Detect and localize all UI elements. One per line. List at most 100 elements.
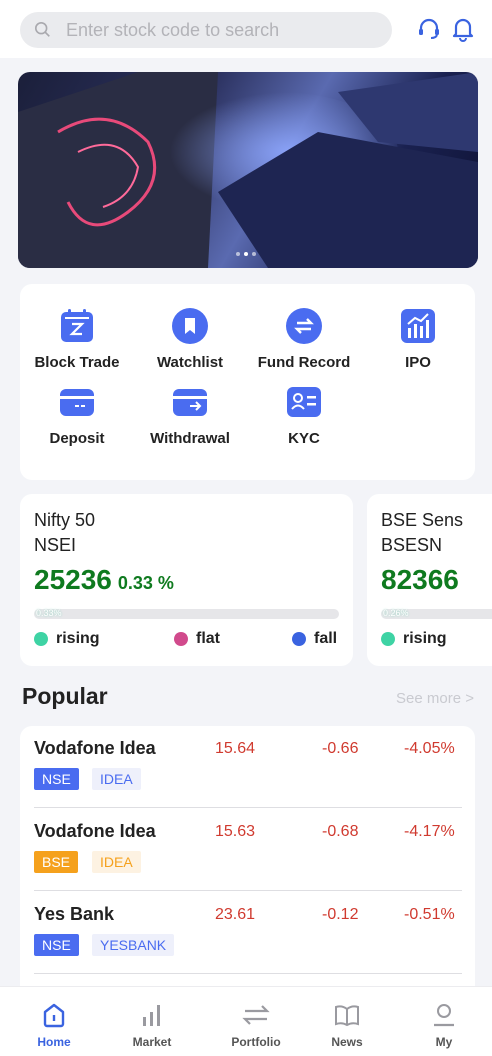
stock-change-percent: -0.51% [404, 906, 455, 923]
nav-label: News [331, 1035, 363, 1049]
rising-dot-icon [381, 632, 395, 646]
nav-news[interactable]: News [302, 1001, 392, 1049]
index-name-block: BSE Sens BSESN [381, 508, 463, 558]
legend-flat: flat [174, 630, 220, 648]
withdrawal-button[interactable]: Withdrawal [135, 384, 245, 447]
row-divider [34, 807, 462, 808]
index-value: 25236 [34, 564, 112, 595]
nav-label: My [435, 1035, 453, 1049]
carousel-dot[interactable] [252, 252, 256, 256]
quick-actions-panel: Block Trade Watchlist Fund Record IPO De… [20, 284, 475, 480]
deposit-button[interactable]: Deposit [22, 384, 132, 447]
user-icon [434, 1004, 454, 1027]
quick-action-label: Watchlist [156, 354, 224, 371]
carousel-dot[interactable] [236, 252, 240, 256]
flat-dot-icon [174, 632, 188, 646]
legend-flat-label: flat [196, 630, 220, 647]
list-item[interactable]: Yes Bank 23.61 -0.12 -0.51% NSE YESBANK [20, 892, 475, 974]
nav-portfolio[interactable]: Portfolio [211, 1001, 301, 1049]
quick-action-label: Deposit [49, 430, 105, 447]
headset-icon[interactable] [416, 16, 442, 42]
stock-name: Vodafone Idea [34, 738, 156, 758]
exchange-badge: BSE [34, 851, 79, 873]
stock-change-percent: -4.17% [404, 823, 455, 840]
index-bar-label: 0.26% [383, 608, 409, 618]
card-icon [60, 389, 94, 416]
symbol-badge: IDEA [92, 851, 141, 873]
kyc-button[interactable]: KYC [249, 384, 359, 447]
search-bar[interactable] [20, 12, 392, 48]
legend-rising-label: rising [56, 630, 100, 647]
row-divider [34, 890, 462, 891]
index-value-row: 25236 0.33 % [34, 564, 174, 596]
nav-label: Portfolio [231, 1035, 281, 1049]
stock-name: Yes Bank [34, 904, 115, 924]
watchlist-button[interactable]: Watchlist [135, 308, 245, 371]
book-icon [335, 1005, 359, 1027]
rising-dot-icon [34, 632, 48, 646]
section-title-popular: Popular [22, 683, 108, 709]
symbol-badge: YESBANK [92, 934, 175, 956]
stock-price: 15.64 [215, 740, 256, 757]
popular-stock-list: Vodafone Idea 15.64 -0.66 -4.05% NSE IDE… [20, 726, 475, 996]
top-bar [0, 0, 492, 58]
exchange-badge: NSE [34, 768, 79, 790]
index-progress-bar: 0.33% [34, 608, 339, 619]
nav-market[interactable]: Market [107, 1001, 197, 1049]
legend-fall: fall [292, 630, 337, 648]
legend-fall-label: fall [314, 630, 338, 647]
index-code: NSEI [34, 535, 77, 555]
fall-dot-icon [292, 632, 306, 646]
quick-action-label: KYC [288, 430, 320, 447]
index-card-nifty[interactable]: Nifty 50 NSEI 25236 0.33 % 0.33% rising f… [20, 494, 353, 666]
fund-record-button[interactable]: Fund Record [249, 308, 359, 371]
stock-change: -0.12 [322, 906, 359, 923]
stock-price: 23.61 [215, 906, 256, 923]
legend-rising: rising [34, 630, 100, 648]
banner-image [18, 72, 478, 268]
list-item[interactable]: Vodafone Idea 15.64 -0.66 -4.05% NSE IDE… [20, 726, 475, 808]
symbol-badge: IDEA [92, 768, 141, 790]
bell-icon[interactable] [450, 16, 476, 42]
index-card-bse[interactable]: BSE Sens BSESN 82366 0.26% rising [367, 494, 492, 666]
legend-rising-label: rising [403, 630, 447, 647]
legend-rising: rising [381, 630, 447, 648]
bar-chart-icon [143, 1005, 160, 1026]
carousel-dot-active[interactable] [244, 252, 248, 256]
nav-label: Home [37, 1035, 71, 1049]
search-icon [34, 21, 50, 37]
bookmark-icon [172, 308, 208, 344]
index-percent: 0.33 % [117, 573, 174, 593]
index-value: 82366 [381, 564, 459, 595]
list-item[interactable]: Vodafone Idea 15.63 -0.68 -4.17% BSE IDE… [20, 809, 475, 891]
stock-change-percent: -4.05% [404, 740, 455, 757]
block-trade-button[interactable]: Block Trade [22, 308, 132, 371]
transfer-icon [242, 1005, 270, 1025]
quick-action-label: Fund Record [257, 354, 351, 371]
index-name: Nifty 50 [34, 510, 96, 530]
nav-my[interactable]: My [399, 1001, 489, 1049]
stock-change: -0.68 [322, 823, 359, 840]
promo-banner[interactable] [18, 72, 478, 268]
card-withdraw-icon [173, 389, 207, 416]
calendar-icon [61, 309, 93, 342]
index-name: BSE Sens [381, 510, 464, 530]
exchange-badge: NSE [34, 934, 79, 956]
stock-change: -0.66 [322, 740, 359, 757]
home-icon [43, 1003, 65, 1028]
quick-action-label: Block Trade [34, 354, 120, 371]
id-card-icon [287, 387, 321, 417]
index-name-block: Nifty 50 NSEI [34, 508, 95, 558]
nav-label: Market [132, 1035, 172, 1049]
index-bar-label: 0.33% [36, 608, 62, 618]
index-code: BSESN [381, 535, 443, 555]
see-more-link[interactable]: See more > [396, 690, 474, 707]
index-progress-bar: 0.26% [381, 608, 492, 619]
ipo-button[interactable]: IPO [363, 308, 473, 371]
quick-action-label: Withdrawal [150, 430, 230, 447]
nav-home[interactable]: Home [9, 1001, 99, 1049]
stock-price: 15.63 [215, 823, 256, 840]
stock-name: Vodafone Idea [34, 821, 156, 841]
chart-icon [401, 309, 435, 343]
search-input[interactable] [66, 19, 366, 41]
